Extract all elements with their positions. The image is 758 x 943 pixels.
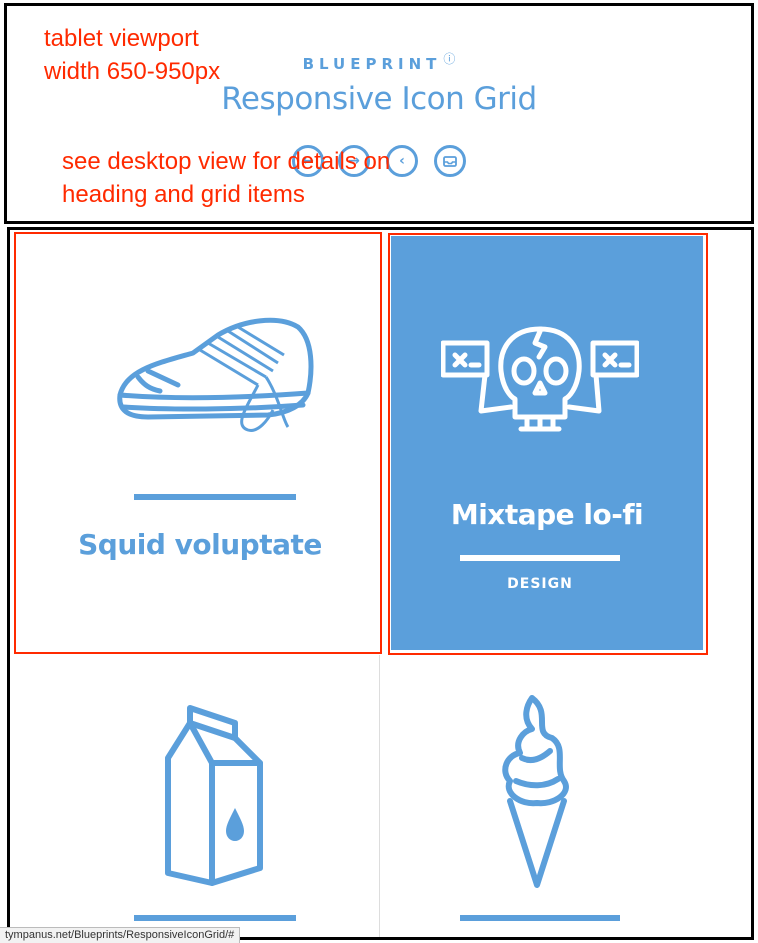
brand-info-icon[interactable]: ⓘ [443,52,455,66]
ice-cream-cone-icon [502,695,569,888]
grid-item-4[interactable] [380,655,751,937]
milk-carton-icon [165,705,263,886]
tray-icon [443,156,457,167]
archive-icon[interactable] [434,145,466,177]
annotation-box [14,232,382,654]
item-divider [134,915,296,921]
annotation-box [388,233,708,655]
page-title: Responsive Icon Grid [221,81,537,117]
grid-item-3[interactable] [10,655,379,937]
details-annotation: see desktop view for details on heading … [62,148,391,208]
brand-logo[interactable]: BLUEPRINT ⓘ [0,50,758,73]
brand-text: BLUEPRINT [302,55,442,73]
back-icon[interactable]: ‹ [386,145,418,177]
item-divider [460,915,620,921]
status-bar-url: tympanus.net/Blueprints/ResponsiveIconGr… [0,927,241,943]
